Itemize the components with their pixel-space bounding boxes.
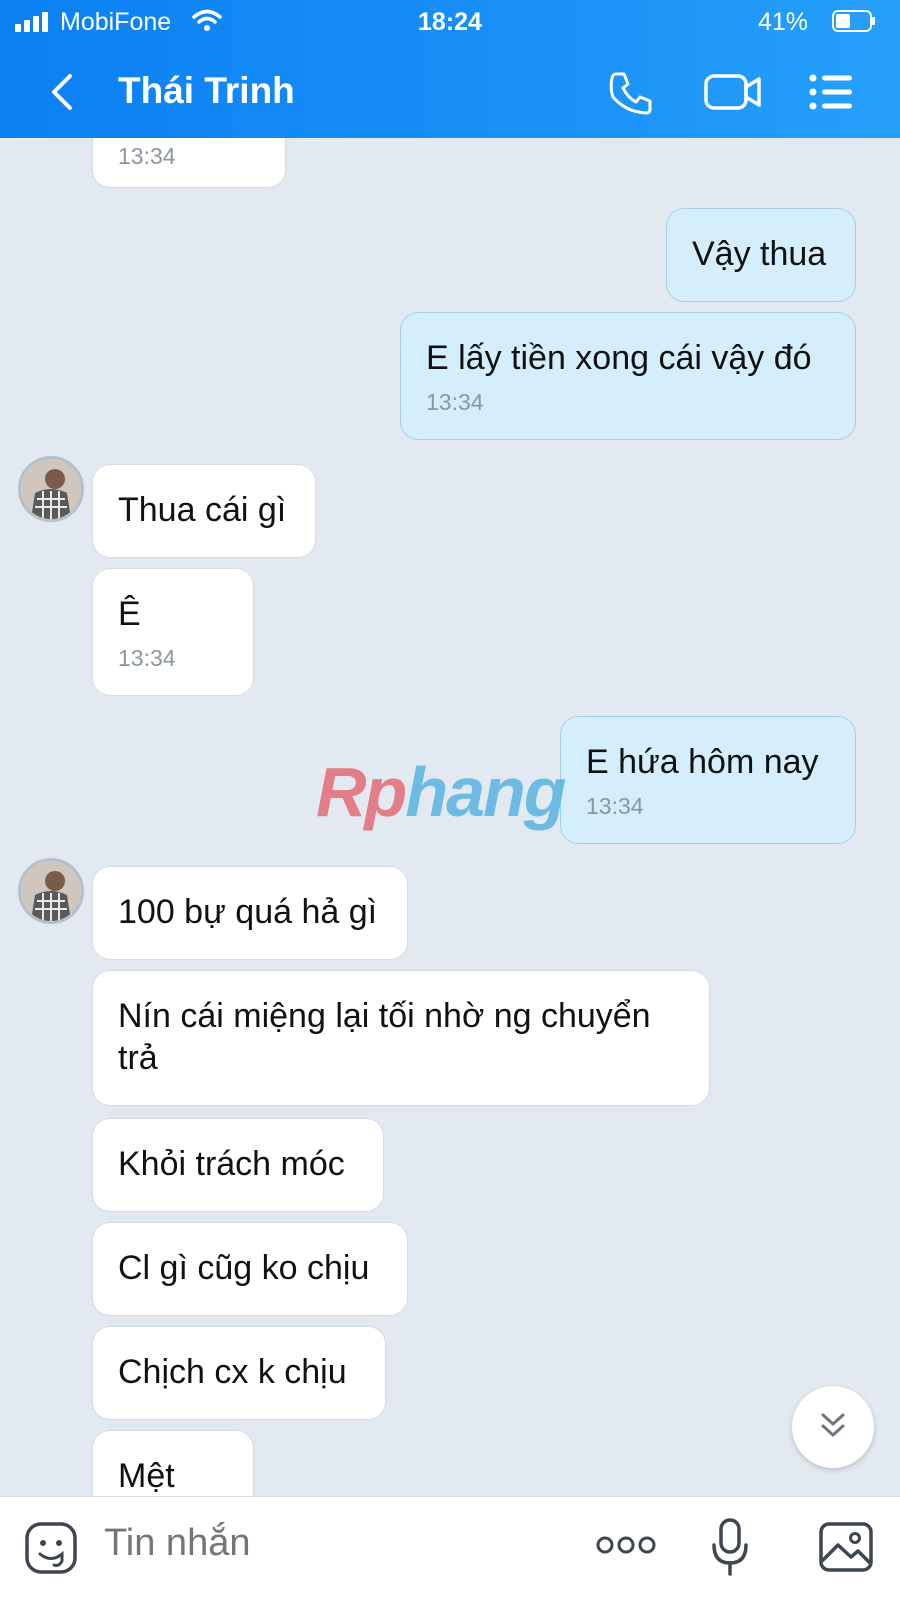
message-input[interactable]	[102, 1521, 566, 1566]
message-bubble-outgoing[interactable]: E hứa hôm nay 13:34	[560, 716, 856, 844]
message-bubble-incoming[interactable]: 13:34	[92, 138, 286, 188]
message-time: 13:34	[426, 389, 484, 415]
watermark-logo: Rphang	[316, 753, 567, 831]
double-chevron-down-icon	[821, 1413, 845, 1437]
avatar-image	[21, 459, 81, 519]
menu-list-icon[interactable]	[808, 72, 854, 112]
image-icon[interactable]	[818, 1521, 874, 1573]
more-icon[interactable]	[596, 1533, 656, 1557]
message-composer	[0, 1496, 900, 1601]
video-call-icon[interactable]	[704, 72, 762, 112]
message-text: Vậy thua	[692, 235, 827, 273]
app-header: MobiFone 18:24 41% Thái Trinh	[0, 0, 900, 138]
message-text: Nín cái miệng lại tối nhờ ng chuyển trả	[118, 997, 651, 1077]
message-bubble-incoming[interactable]: Cl gì cũg ko chịu	[92, 1222, 408, 1316]
message-text: Cl gì cũg ko chịu	[118, 1249, 370, 1287]
message-bubble-incoming[interactable]: Ê 13:34	[92, 568, 254, 696]
avatar-image	[21, 861, 81, 921]
contact-avatar[interactable]	[18, 456, 84, 522]
message-text: Chịch cx k chịu	[118, 1353, 347, 1391]
message-text: 100 bự quá hả gì	[118, 893, 378, 931]
message-text: E lấy tiền xong cái vậy đó	[426, 339, 812, 377]
message-bubble-incoming[interactable]: Chịch cx k chịu	[92, 1326, 386, 1420]
message-text: Mệt	[118, 1457, 175, 1495]
message-bubble-outgoing[interactable]: Vậy thua	[666, 208, 856, 302]
message-time: 13:34	[118, 143, 176, 169]
message-text: Khỏi trách móc	[118, 1145, 345, 1183]
message-time: 13:34	[586, 793, 644, 819]
message-text: Ê	[118, 595, 141, 633]
message-text: Thua cái gì	[118, 491, 287, 529]
contact-avatar[interactable]	[18, 858, 84, 924]
scroll-to-bottom-button[interactable]	[792, 1386, 874, 1468]
message-time: 13:34	[118, 645, 176, 671]
chat-nav-bar: Thái Trinh	[0, 48, 900, 138]
message-bubble-incoming[interactable]: Nín cái miệng lại tối nhờ ng chuyển trả	[92, 970, 710, 1106]
emoji-icon[interactable]	[24, 1521, 78, 1575]
battery-percent: 41%	[757, 8, 808, 36]
message-text: E hứa hôm nay	[586, 743, 819, 781]
battery-icon	[832, 10, 875, 32]
status-bar: MobiFone 18:24 41%	[0, 0, 900, 46]
message-bubble-incoming[interactable]: Mệt	[92, 1430, 254, 1496]
microphone-icon[interactable]	[710, 1517, 750, 1577]
contact-name[interactable]: Thái Trinh	[118, 70, 295, 112]
message-bubble-incoming[interactable]: 100 bự quá hả gì	[92, 866, 408, 960]
message-bubble-outgoing[interactable]: E lấy tiền xong cái vậy đó 13:34	[400, 312, 856, 440]
back-icon[interactable]	[44, 70, 84, 114]
phone-icon[interactable]	[608, 70, 654, 116]
message-bubble-incoming[interactable]: Khỏi trách móc	[92, 1118, 384, 1212]
message-bubble-incoming[interactable]: Thua cái gì	[92, 464, 316, 558]
